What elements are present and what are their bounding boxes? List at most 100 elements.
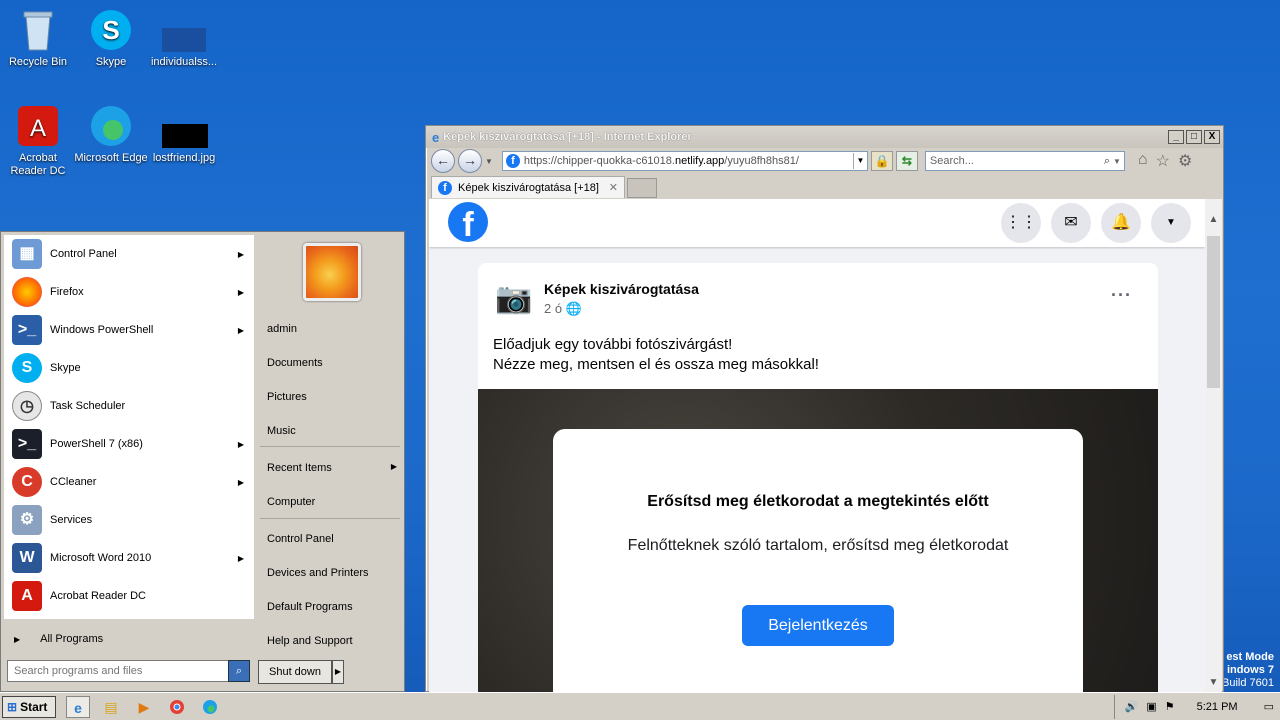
refresh-icon[interactable]: ⇆: [895, 151, 918, 171]
taskbar-ie-icon[interactable]: e: [66, 695, 90, 718]
program-control-panel[interactable]: ▦ Control Panel ▶: [4, 235, 254, 273]
volume-icon[interactable]: 🔊: [1125, 700, 1139, 713]
address-dropdown-icon[interactable]: ▼: [852, 153, 867, 169]
image-file-icon: [160, 104, 208, 148]
facebook-logo-icon[interactable]: f: [448, 202, 488, 244]
home-icon[interactable]: ⌂: [1138, 151, 1148, 171]
address-bar[interactable]: f https://chipper-quokka-c61018.netlify.…: [501, 151, 868, 171]
vertical-scrollbar[interactable]: ▲ ▼: [1205, 199, 1222, 692]
watermark-line: Build 7601: [1222, 677, 1274, 689]
desktop-icon-label: Microsoft Edge: [74, 152, 148, 164]
program-services[interactable]: ⚙ Services: [4, 501, 254, 539]
place-documents[interactable]: Documents: [267, 357, 323, 369]
scroll-thumb[interactable]: [1207, 236, 1220, 388]
back-button[interactable]: ←: [431, 149, 455, 173]
action-center-flag-icon[interactable]: ⚑: [1165, 700, 1175, 713]
desktop-icon-recycle-bin[interactable]: Recycle Bin: [0, 8, 76, 69]
program-firefox[interactable]: Firefox ▶: [4, 273, 254, 311]
program-acrobat[interactable]: A Acrobat Reader DC: [4, 577, 254, 615]
close-button[interactable]: X: [1204, 130, 1220, 144]
history-dropdown-icon[interactable]: ▼: [485, 157, 493, 166]
program-label: Skype: [50, 362, 81, 374]
settings-gear-icon[interactable]: ⚙: [1178, 151, 1192, 171]
taskbar-edge-icon[interactable]: [198, 696, 222, 718]
shutdown-options-icon[interactable]: ▶: [332, 660, 344, 684]
shutdown-button[interactable]: Shut down: [258, 660, 332, 684]
start-search-input[interactable]: [7, 660, 229, 682]
lock-icon[interactable]: 🔒: [870, 151, 893, 171]
account-dropdown-icon[interactable]: ▼: [1151, 203, 1191, 243]
desktop-icon-edge[interactable]: Microsoft Edge: [73, 104, 149, 165]
clock[interactable]: 5:21 PM: [1197, 701, 1238, 713]
maximize-button[interactable]: □: [1186, 130, 1202, 144]
desktop-icon-skype[interactable]: S Skype: [73, 8, 149, 69]
desktop-icon-lostfriend[interactable]: lostfriend.jpg: [146, 104, 222, 165]
tab-active[interactable]: f Képek kiszivárogtatása [+18] ✕: [431, 176, 625, 198]
program-word[interactable]: W Microsoft Word 2010 ▶: [4, 539, 254, 577]
more-options-icon[interactable]: ···: [1111, 285, 1132, 306]
network-icon[interactable]: ▣: [1146, 700, 1156, 713]
place-pictures[interactable]: Pictures: [267, 391, 307, 403]
desktop-icon-label: Acrobat Reader DC: [10, 152, 66, 177]
camera-avatar-icon[interactable]: 📷: [494, 279, 534, 319]
skype-icon: S: [12, 353, 42, 383]
desktop-icon-acrobat[interactable]: A Acrobat Reader DC: [0, 104, 76, 178]
place-music[interactable]: Music: [267, 425, 296, 437]
search-dropdown-icon[interactable]: ▼: [1110, 157, 1124, 166]
program-windows-powershell[interactable]: >_ Windows PowerShell ▶: [4, 311, 254, 349]
post-text-line: Előadjuk egy további fotószivárgást!: [493, 336, 733, 353]
place-control-panel[interactable]: Control Panel: [267, 533, 334, 545]
taskbar-media-player-icon[interactable]: ▶: [132, 696, 156, 718]
program-task-scheduler[interactable]: ◷ Task Scheduler: [4, 387, 254, 425]
taskbar-explorer-icon[interactable]: ▤: [99, 696, 123, 718]
program-skype[interactable]: S Skype: [4, 349, 254, 387]
all-programs[interactable]: ▶ All Programs: [4, 624, 254, 654]
place-help-support[interactable]: Help and Support: [267, 635, 353, 647]
show-desktop-icon[interactable]: ▭: [1264, 700, 1274, 713]
menu-grid-icon[interactable]: ⋮⋮: [1001, 203, 1041, 243]
svg-text:S: S: [102, 15, 119, 45]
acrobat-icon: A: [12, 581, 42, 611]
separator: [260, 518, 400, 519]
window-title: Képek kiszivárogtatása [+18] - Internet …: [443, 131, 692, 143]
place-recent-items[interactable]: Recent Items ▶: [267, 462, 397, 474]
site-favicon-icon: f: [505, 154, 520, 168]
place-devices-printers[interactable]: Devices and Printers: [267, 567, 369, 579]
scroll-up-icon[interactable]: ▲: [1205, 211, 1222, 229]
ie-window[interactable]: e Képek kiszivárogtatása [+18] - Interne…: [425, 125, 1224, 692]
back-arrow-icon: ←: [436, 152, 450, 168]
forward-button[interactable]: →: [458, 149, 482, 173]
new-tab-button[interactable]: [627, 178, 657, 198]
scroll-down-icon[interactable]: ▼: [1205, 674, 1222, 692]
taskbar-chrome-icon[interactable]: [165, 696, 189, 718]
all-programs-arrow-icon: ▶: [14, 634, 21, 644]
file-thumbnail-icon: [160, 8, 208, 52]
url-path: /yuyu8fh8hs81/: [724, 155, 799, 167]
favorites-star-icon[interactable]: ☆: [1156, 151, 1170, 171]
notifications-bell-icon[interactable]: 🔔: [1101, 203, 1141, 243]
page-viewport[interactable]: f ⋮⋮ ✉ 🔔 ▼ 📷 Képek kiszivárogtatása 2 ó …: [429, 199, 1205, 692]
url-prefix: https://chipper-quokka-c61018.: [523, 155, 675, 167]
edge-icon: [87, 104, 135, 148]
watermark-line: est Mode: [1226, 651, 1274, 663]
place-admin[interactable]: admin: [267, 323, 297, 335]
tab-close-icon[interactable]: ✕: [609, 181, 618, 194]
user-avatar[interactable]: [303, 243, 361, 301]
start-button[interactable]: ⊞ Start: [2, 695, 56, 718]
search-icon[interactable]: ⌕: [228, 660, 250, 682]
ie-titlebar[interactable]: e Képek kiszivárogtatása [+18] - Interne…: [426, 126, 1223, 148]
program-label: Microsoft Word 2010: [50, 552, 152, 564]
program-ccleaner[interactable]: C CCleaner ▶: [4, 463, 254, 501]
ie-logo-icon: e: [432, 129, 440, 145]
messenger-icon[interactable]: ✉: [1051, 203, 1091, 243]
search-input[interactable]: Search... ⌕ ▼: [924, 151, 1125, 171]
desktop-icon-individualss[interactable]: individualss...: [146, 8, 222, 69]
post-time[interactable]: 2 ó: [544, 301, 562, 316]
post-author[interactable]: Képek kiszivárogtatása: [544, 281, 699, 297]
minimize-button[interactable]: _: [1168, 130, 1184, 144]
place-default-programs[interactable]: Default Programs: [267, 601, 353, 613]
login-button[interactable]: Bejelentkezés: [742, 605, 894, 646]
place-computer[interactable]: Computer: [267, 496, 315, 508]
program-label: Firefox: [50, 286, 84, 298]
program-powershell7[interactable]: >_ PowerShell 7 (x86) ▶: [4, 425, 254, 463]
